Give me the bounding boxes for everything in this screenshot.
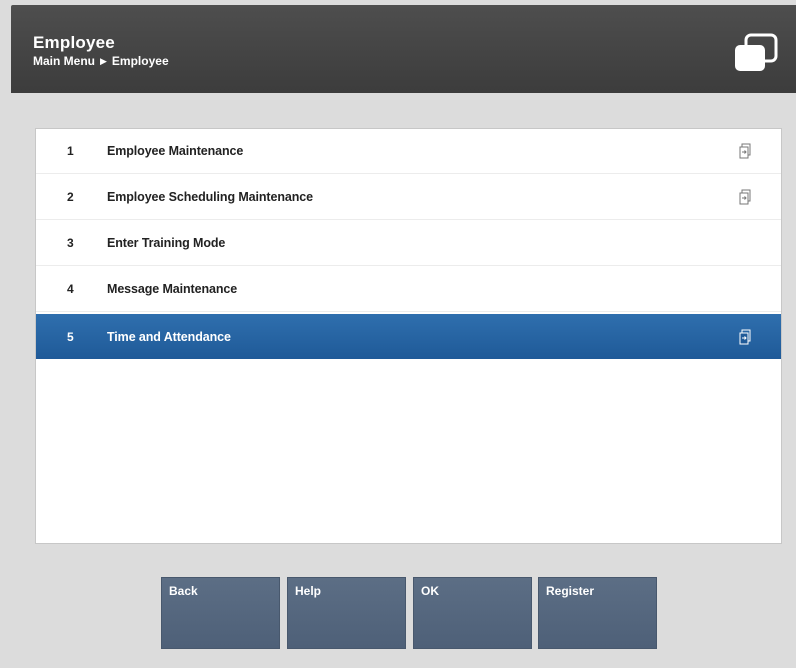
breadcrumb-separator-icon: ▶ (100, 55, 107, 66)
menu-item-label: Employee Scheduling Maintenance (107, 190, 313, 204)
menu-item-label: Employee Maintenance (107, 144, 244, 158)
breadcrumb-item-employee: Employee (111, 54, 169, 68)
submenu-icon (739, 143, 751, 159)
menu-item-number: 3 (67, 236, 74, 250)
menu-item-message-maintenance[interactable]: 4 Message Maintenance (36, 267, 781, 312)
menu-item-number: 1 (67, 144, 74, 158)
menu-item-number: 2 (67, 190, 74, 204)
menu-item-label: Message Maintenance (107, 282, 238, 296)
submenu-icon (739, 189, 751, 205)
header-bar: Employee Main Menu ▶ Employee (11, 5, 796, 93)
back-button[interactable]: Back (161, 577, 280, 649)
menu-item-label: Enter Training Mode (107, 236, 226, 250)
menu-item-label: Time and Attendance (107, 329, 231, 344)
ok-button[interactable]: OK (413, 577, 532, 649)
breadcrumb-item-main-menu[interactable]: Main Menu (33, 54, 95, 68)
windows-icon[interactable] (732, 33, 780, 73)
menu-item-employee-scheduling-maintenance[interactable]: 2 Employee Scheduling Maintenance (36, 175, 781, 220)
menu-item-employee-maintenance[interactable]: 1 Employee Maintenance (36, 129, 781, 174)
menu-item-enter-training-mode[interactable]: 3 Enter Training Mode (36, 221, 781, 266)
menu-item-time-and-attendance[interactable]: 5 Time and Attendance (36, 314, 781, 359)
breadcrumb: Main Menu ▶ Employee (33, 54, 169, 68)
register-button[interactable]: Register (538, 577, 657, 649)
submenu-icon (739, 329, 751, 344)
menu-list: 1 Employee Maintenance 2 Employee Schedu… (35, 128, 782, 544)
menu-item-number: 4 (67, 282, 74, 296)
menu-item-number: 5 (67, 329, 74, 344)
help-button[interactable]: Help (287, 577, 406, 649)
page-title: Employee (33, 33, 115, 52)
